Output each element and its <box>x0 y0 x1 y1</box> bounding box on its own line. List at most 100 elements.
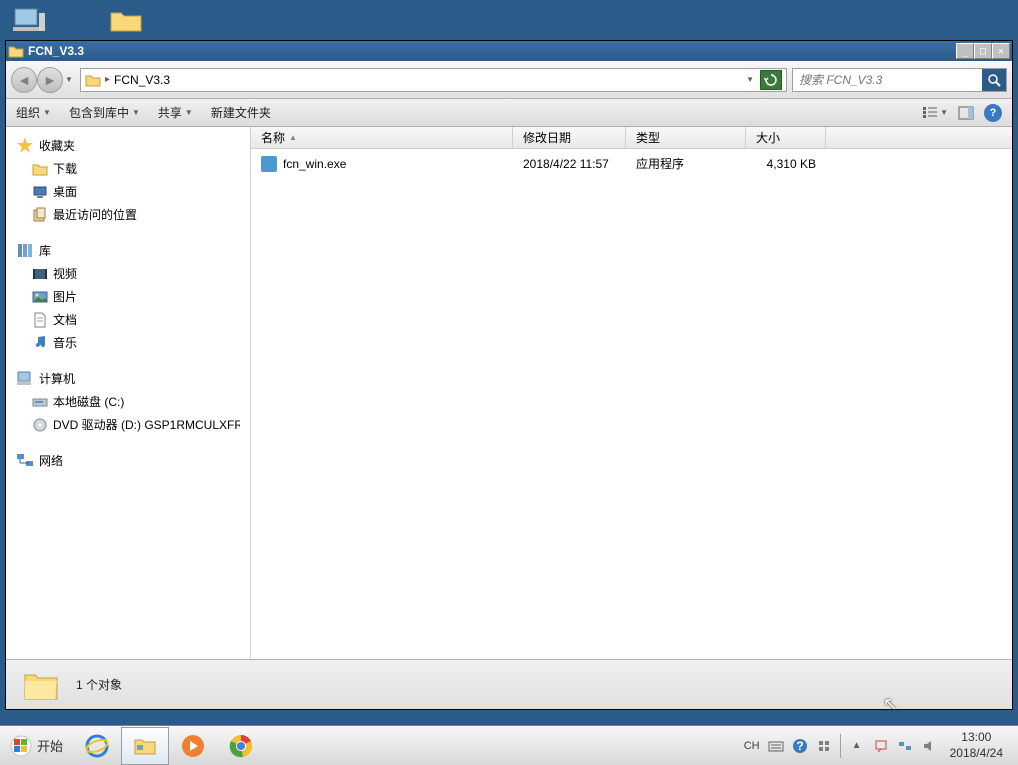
search-button[interactable] <box>982 69 1006 91</box>
sidebar-item-drive-c[interactable]: 本地磁盘 (C:) <box>6 390 250 413</box>
folder-icon <box>32 161 48 177</box>
forward-button[interactable]: ► <box>37 67 63 93</box>
titlebar[interactable]: FCN_V3.3 _ □ ✕ <box>6 41 1012 61</box>
desktop-icon <box>32 184 48 200</box>
sidebar-item-desktop[interactable]: 桌面 <box>6 180 250 203</box>
sort-asc-icon: ▲ <box>289 133 297 142</box>
document-icon <box>32 312 48 328</box>
video-icon <box>32 266 48 282</box>
taskbar-app-media[interactable] <box>169 727 217 765</box>
file-name: fcn_win.exe <box>283 157 346 171</box>
media-icon <box>180 733 206 759</box>
new-folder-button[interactable]: 新建文件夹 <box>211 104 271 121</box>
search-box <box>792 68 1007 92</box>
exe-icon <box>261 156 277 172</box>
tray-time: 13:00 <box>950 730 1003 746</box>
tray-expand-icon[interactable]: ▲ <box>849 738 865 754</box>
sidebar-item-documents[interactable]: 文档 <box>6 308 250 331</box>
minimize-button[interactable]: _ <box>956 43 974 59</box>
tray-help-icon[interactable]: ? <box>792 738 808 754</box>
tray-language[interactable]: CH <box>744 740 760 752</box>
back-button[interactable]: ◄ <box>11 67 37 93</box>
file-row[interactable]: fcn_win.exe 2018/4/22 11:57 应用程序 4,310 K… <box>251 149 1012 178</box>
folder-icon <box>21 667 61 703</box>
star-icon <box>16 136 34 154</box>
breadcrumb-folder[interactable]: FCN_V3.3 <box>114 73 170 87</box>
refresh-button[interactable] <box>760 70 782 90</box>
tray-keyboard-icon[interactable] <box>768 738 784 754</box>
file-date: 2018/4/22 11:57 <box>523 157 609 171</box>
address-dropdown[interactable]: ▼ <box>742 75 758 84</box>
tray-network-icon[interactable] <box>897 738 913 754</box>
organize-menu[interactable]: 组织▼ <box>16 104 51 121</box>
sidebar-item-music[interactable]: 音乐 <box>6 331 250 354</box>
status-text: 1 个对象 <box>76 676 122 693</box>
tray-clock[interactable]: 13:00 2018/4/24 <box>945 730 1008 761</box>
taskbar-app-explorer[interactable] <box>121 727 169 765</box>
windows-icon <box>10 735 32 757</box>
sidebar-item-recent[interactable]: 最近访问的位置 <box>6 203 250 226</box>
tray-date: 2018/4/24 <box>950 746 1003 762</box>
share-menu[interactable]: 共享▼ <box>158 104 193 121</box>
file-type: 应用程序 <box>636 155 684 172</box>
column-size[interactable]: 大小 <box>746 127 826 148</box>
folder-icon <box>85 72 101 88</box>
navigation-pane: 收藏夹 下载 桌面 最近访问的位置 库 视频 图片 文档 音乐 计算机 <box>6 127 251 659</box>
music-icon <box>32 335 48 351</box>
search-icon <box>987 73 1001 87</box>
toolbar: 组织▼ 包含到库中▼ 共享▼ 新建文件夹 ▼ ? <box>6 99 1012 127</box>
taskbar: 开始 CH ? ▲ 13:00 2018/4/24 <box>0 725 1018 765</box>
nav-history-dropdown[interactable]: ▼ <box>63 67 75 93</box>
taskbar-app-chrome[interactable] <box>217 727 265 765</box>
column-name[interactable]: 名称▲ <box>251 127 513 148</box>
desktop-icon-folder[interactable] <box>103 5 151 40</box>
start-label: 开始 <box>37 736 63 755</box>
sidebar-item-downloads[interactable]: 下载 <box>6 157 250 180</box>
status-bar: 1 个对象 <box>6 659 1012 709</box>
search-input[interactable] <box>793 73 982 87</box>
desktop-icon-computer[interactable] <box>5 5 53 40</box>
computer-icon <box>9 5 49 35</box>
library-icon <box>16 241 34 259</box>
maximize-button[interactable]: □ <box>974 43 992 59</box>
svg-text:?: ? <box>796 739 803 753</box>
computer-icon <box>16 369 34 387</box>
navigation-bar: ◄ ► ▼ ▸ FCN_V3.3 ▼ <box>6 61 1012 99</box>
sidebar-item-pictures[interactable]: 图片 <box>6 285 250 308</box>
column-type[interactable]: 类型 <box>626 127 746 148</box>
sidebar-favorites[interactable]: 收藏夹 <box>6 133 250 157</box>
drive-icon <box>32 394 48 410</box>
sidebar-item-videos[interactable]: 视频 <box>6 262 250 285</box>
tray-sound-icon[interactable] <box>921 738 937 754</box>
preview-pane-button[interactable] <box>958 106 974 120</box>
sidebar-item-drive-d[interactable]: DVD 驱动器 (D:) GSP1RMCULXFRER_ <box>6 413 250 436</box>
window-title: FCN_V3.3 <box>28 44 956 58</box>
tray-action-icon[interactable] <box>873 738 889 754</box>
breadcrumb-separator: ▸ <box>105 74 110 85</box>
refresh-icon <box>764 73 778 87</box>
sidebar-computer[interactable]: 计算机 <box>6 366 250 390</box>
dvd-icon <box>32 417 48 433</box>
taskbar-app-ie[interactable] <box>73 727 121 765</box>
view-options[interactable]: ▼ <box>922 106 948 120</box>
file-list: 名称▲ 修改日期 类型 大小 fcn_win.exe 2018/4/22 11:… <box>251 127 1012 659</box>
column-date[interactable]: 修改日期 <box>513 127 626 148</box>
help-button[interactable]: ? <box>984 104 1002 122</box>
chrome-icon <box>228 733 254 759</box>
network-icon <box>16 451 34 469</box>
tray-settings-icon[interactable] <box>816 738 832 754</box>
sidebar-network[interactable]: 网络 <box>6 448 250 472</box>
start-button[interactable]: 开始 <box>0 727 73 765</box>
close-button[interactable]: ✕ <box>992 43 1010 59</box>
sidebar-libraries[interactable]: 库 <box>6 238 250 262</box>
file-size: 4,310 KB <box>767 157 816 171</box>
ie-icon <box>84 733 110 759</box>
include-menu[interactable]: 包含到库中▼ <box>69 104 140 121</box>
recent-icon <box>32 207 48 223</box>
preview-icon <box>958 106 974 120</box>
explorer-window: FCN_V3.3 _ □ ✕ ◄ ► ▼ ▸ FCN_V3.3 ▼ <box>5 40 1013 710</box>
address-bar[interactable]: ▸ FCN_V3.3 ▼ <box>80 68 787 92</box>
view-icon <box>922 106 938 120</box>
folder-icon <box>8 43 24 59</box>
picture-icon <box>32 289 48 305</box>
